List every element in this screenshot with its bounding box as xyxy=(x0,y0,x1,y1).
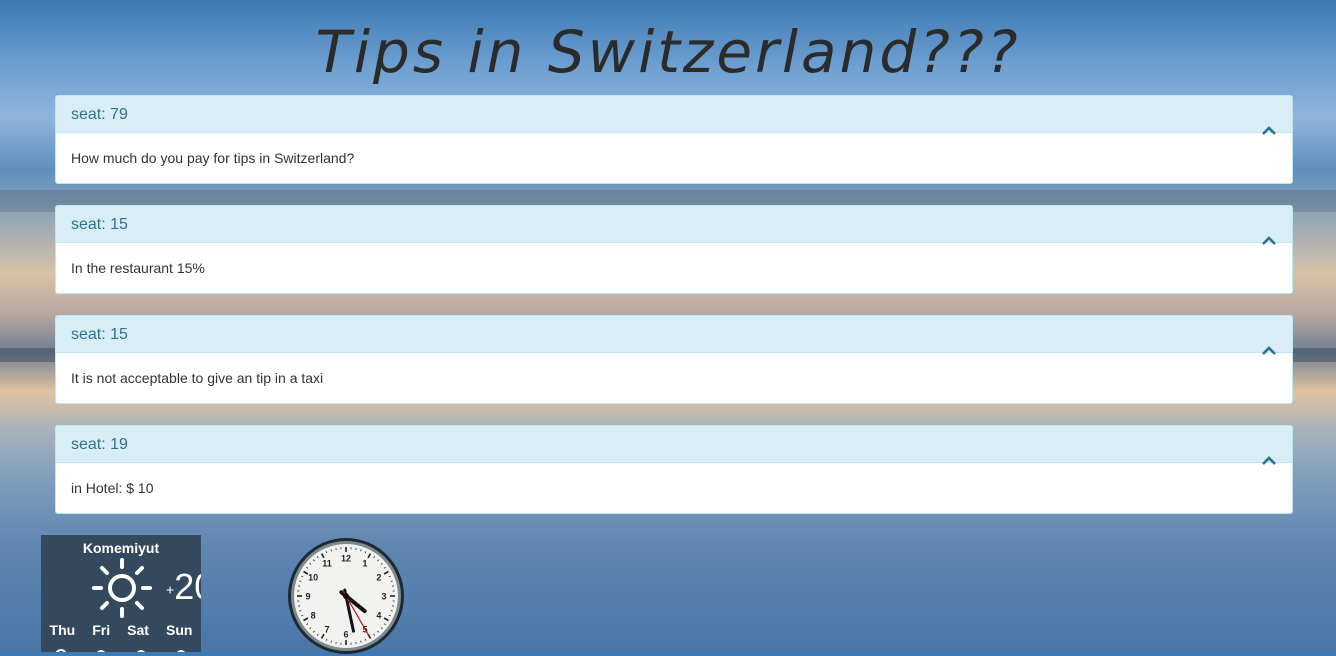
post-panel: seat: 19 in Hotel: $ 10 xyxy=(55,425,1293,514)
post-seat: seat: 15 xyxy=(56,206,1292,243)
clock-numeral: 2 xyxy=(376,573,381,583)
post-seat: seat: 15 xyxy=(56,316,1292,353)
post-panel: seat: 79 How much do you pay for tips in… xyxy=(55,95,1293,184)
chevron-up-icon[interactable] xyxy=(1262,126,1276,136)
post-text: It is not acceptable to give an tip in a… xyxy=(56,353,1292,403)
weather-location: Komemiyut xyxy=(41,540,201,556)
clock-numeral: 7 xyxy=(324,624,329,634)
forecast-days: Thu Fri Sat Sun xyxy=(41,622,201,638)
clock-numeral: 3 xyxy=(381,592,386,602)
clock-numeral: 9 xyxy=(305,592,310,602)
forecast-icons xyxy=(41,643,201,652)
weather-temperature: +20°C xyxy=(166,566,201,608)
chevron-up-icon[interactable] xyxy=(1262,456,1276,466)
sun-icon xyxy=(91,557,153,619)
temperature-sign: + xyxy=(166,581,174,597)
clock-numeral: 6 xyxy=(343,630,348,640)
clock-numeral: 8 xyxy=(311,611,316,621)
chevron-up-icon[interactable] xyxy=(1262,236,1276,246)
post-panel: seat: 15 It is not acceptable to give an… xyxy=(55,315,1293,404)
clock-numeral: 1 xyxy=(362,559,367,569)
forecast-day: Fri xyxy=(92,622,110,638)
weather-widget[interactable]: Komemiyut +20°C Thu Fri Sat Sun xyxy=(41,535,201,652)
post-text: in Hotel: $ 10 xyxy=(56,463,1292,513)
post-text: How much do you pay for tips in Switzerl… xyxy=(56,133,1292,183)
page-title: Tips in Switzerland??? xyxy=(0,18,1336,86)
post-seat: seat: 79 xyxy=(56,96,1292,133)
clock-numeral: 12 xyxy=(341,554,351,564)
forecast-day: Sat xyxy=(127,622,149,638)
clock-numeral: 11 xyxy=(322,559,332,569)
analog-clock: 121234567891011 xyxy=(286,536,406,656)
chevron-up-icon[interactable] xyxy=(1262,346,1276,356)
post-text: In the restaurant 15% xyxy=(56,243,1292,293)
forecast-day: Thu xyxy=(50,622,76,638)
forecast-day: Sun xyxy=(166,622,192,638)
post-seat: seat: 19 xyxy=(56,426,1292,463)
clock-numeral: 10 xyxy=(308,573,318,583)
post-panel: seat: 15 In the restaurant 15% xyxy=(55,205,1293,294)
temperature-value: 20° xyxy=(174,566,201,607)
clock-numeral: 4 xyxy=(376,611,381,621)
